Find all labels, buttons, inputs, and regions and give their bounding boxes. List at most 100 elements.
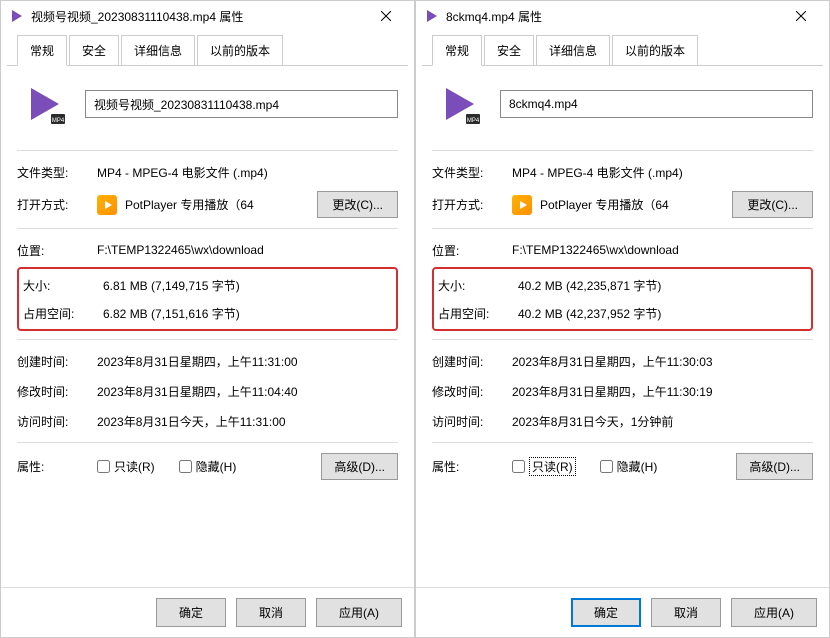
ok-button[interactable]: 确定 (156, 598, 226, 627)
readonly-checkbox-wrap[interactable]: 只读(R) (512, 457, 576, 476)
disk-value: 40.2 MB (42,237,952 字节) (518, 305, 807, 322)
openwith-value: PotPlayer 专用播放（64 (125, 196, 311, 213)
properties-dialog-right: 8ckmq4.mp4 属性 常规 安全 详细信息 以前的版本 MP4 文件类型:… (415, 0, 830, 638)
divider (432, 442, 813, 443)
disk-row: 占用空间: 6.82 MB (7,151,616 字节) (23, 299, 392, 327)
tab-security[interactable]: 安全 (484, 35, 534, 65)
accessed-row: 访问时间: 2023年8月31日今天，1分钟前 (432, 406, 813, 436)
disk-value: 6.82 MB (7,151,616 字节) (103, 305, 392, 322)
readonly-checkbox[interactable] (512, 460, 525, 473)
tab-details[interactable]: 详细信息 (121, 35, 195, 65)
accessed-value: 2023年8月31日今天，上午11:31:00 (97, 413, 398, 430)
hidden-checkbox[interactable] (179, 460, 192, 473)
svg-text:MP4: MP4 (467, 118, 480, 124)
location-label: 位置: (432, 242, 512, 259)
tab-strip: 常规 安全 详细信息 以前的版本 (422, 31, 823, 66)
hidden-checkbox[interactable] (600, 460, 613, 473)
size-highlight: 大小: 6.81 MB (7,149,715 字节) 占用空间: 6.82 MB… (17, 267, 398, 331)
tab-previous-versions[interactable]: 以前的版本 (612, 35, 698, 65)
advanced-button[interactable]: 高级(D)... (736, 453, 813, 480)
location-value: F:\TEMP1322465\wx\download (97, 243, 398, 257)
ok-button[interactable]: 确定 (571, 598, 641, 627)
modified-label: 修改时间: (432, 383, 512, 400)
filetype-row: 文件类型: MP4 - MPEG-4 电影文件 (.mp4) (17, 157, 398, 187)
tab-previous-versions[interactable]: 以前的版本 (197, 35, 283, 65)
tab-details[interactable]: 详细信息 (536, 35, 610, 65)
divider (432, 150, 813, 151)
size-highlight: 大小: 40.2 MB (42,235,871 字节) 占用空间: 40.2 M… (432, 267, 813, 331)
apply-button[interactable]: 应用(A) (731, 598, 817, 627)
filetype-label: 文件类型: (432, 164, 512, 181)
filename-input[interactable] (500, 90, 813, 118)
svg-text:MP4: MP4 (52, 118, 65, 124)
content-area: MP4 文件类型: MP4 - MPEG-4 电影文件 (.mp4) 打开方式:… (416, 66, 829, 587)
content-area: MP4 文件类型: MP4 - MPEG-4 电影文件 (.mp4) 打开方式:… (1, 66, 414, 587)
tab-strip: 常规 安全 详细信息 以前的版本 (7, 31, 408, 66)
cancel-button[interactable]: 取消 (236, 598, 306, 627)
divider (432, 228, 813, 229)
location-value: F:\TEMP1322465\wx\download (512, 243, 813, 257)
size-value: 40.2 MB (42,235,871 字节) (518, 277, 807, 294)
created-label: 创建时间: (432, 353, 512, 370)
change-button[interactable]: 更改(C)... (732, 191, 813, 218)
window-title: 视频号视频_20230831110438.mp4 属性 (31, 8, 366, 25)
divider (17, 150, 398, 151)
attributes-row: 属性: 只读(R) 隐藏(H) 高级(D)... (17, 449, 398, 484)
apply-button[interactable]: 应用(A) (316, 598, 402, 627)
readonly-label: 只读(R) (114, 458, 155, 475)
potplayer-icon (512, 195, 532, 215)
divider (17, 442, 398, 443)
size-label: 大小: (23, 277, 103, 294)
attributes-row: 属性: 只读(R) 隐藏(H) 高级(D)... (432, 449, 813, 484)
video-file-icon: MP4 (21, 80, 69, 128)
created-row: 创建时间: 2023年8月31日星期四，上午11:31:00 (17, 346, 398, 376)
tab-security[interactable]: 安全 (69, 35, 119, 65)
modified-value: 2023年8月31日星期四，上午11:04:40 (97, 383, 398, 400)
titlebar: 8ckmq4.mp4 属性 (416, 1, 829, 31)
app-icon (424, 8, 440, 24)
readonly-checkbox-wrap[interactable]: 只读(R) (97, 458, 155, 475)
size-label: 大小: (438, 277, 518, 294)
tab-general[interactable]: 常规 (432, 35, 482, 66)
divider (432, 339, 813, 340)
accessed-label: 访问时间: (432, 413, 512, 430)
close-button[interactable] (781, 2, 821, 30)
created-row: 创建时间: 2023年8月31日星期四，上午11:30:03 (432, 346, 813, 376)
accessed-label: 访问时间: (17, 413, 97, 430)
openwith-value: PotPlayer 专用播放（64 (540, 196, 726, 213)
disk-label: 占用空间: (23, 305, 103, 322)
filename-input[interactable] (85, 90, 398, 118)
openwith-row: 打开方式: PotPlayer 专用播放（64 更改(C)... (17, 187, 398, 222)
filetype-value: MP4 - MPEG-4 电影文件 (.mp4) (97, 164, 398, 181)
titlebar: 视频号视频_20230831110438.mp4 属性 (1, 1, 414, 31)
openwith-label: 打开方式: (17, 196, 97, 213)
readonly-checkbox[interactable] (97, 460, 110, 473)
change-button[interactable]: 更改(C)... (317, 191, 398, 218)
file-header: MP4 (432, 80, 813, 128)
filetype-value: MP4 - MPEG-4 电影文件 (.mp4) (512, 164, 813, 181)
video-file-icon: MP4 (436, 80, 484, 128)
created-value: 2023年8月31日星期四，上午11:31:00 (97, 353, 398, 370)
tab-general[interactable]: 常规 (17, 35, 67, 66)
file-header: MP4 (17, 80, 398, 128)
potplayer-icon (97, 195, 117, 215)
location-label: 位置: (17, 242, 97, 259)
advanced-button[interactable]: 高级(D)... (321, 453, 398, 480)
created-value: 2023年8月31日星期四，上午11:30:03 (512, 353, 813, 370)
divider (17, 228, 398, 229)
filetype-row: 文件类型: MP4 - MPEG-4 电影文件 (.mp4) (432, 157, 813, 187)
hidden-label: 隐藏(H) (617, 458, 658, 475)
properties-dialog-left: 视频号视频_20230831110438.mp4 属性 常规 安全 详细信息 以… (0, 0, 415, 638)
hidden-checkbox-wrap[interactable]: 隐藏(H) (179, 458, 237, 475)
modified-row: 修改时间: 2023年8月31日星期四，上午11:04:40 (17, 376, 398, 406)
location-row: 位置: F:\TEMP1322465\wx\download (432, 235, 813, 265)
disk-label: 占用空间: (438, 305, 518, 322)
hidden-label: 隐藏(H) (196, 458, 237, 475)
size-row: 大小: 6.81 MB (7,149,715 字节) (23, 271, 392, 299)
button-bar: 确定 取消 应用(A) (1, 587, 414, 637)
close-button[interactable] (366, 2, 406, 30)
modified-row: 修改时间: 2023年8月31日星期四，上午11:30:19 (432, 376, 813, 406)
cancel-button[interactable]: 取消 (651, 598, 721, 627)
hidden-checkbox-wrap[interactable]: 隐藏(H) (600, 458, 658, 475)
modified-label: 修改时间: (17, 383, 97, 400)
